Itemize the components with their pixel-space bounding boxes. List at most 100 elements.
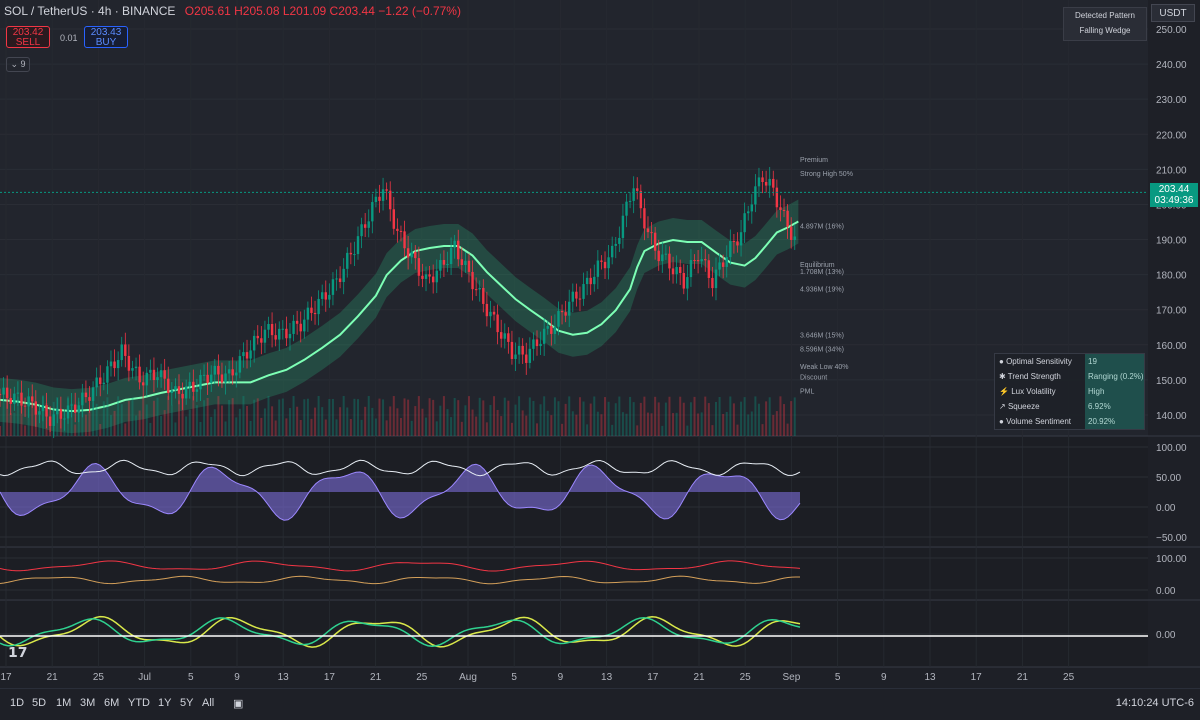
volume-bar xyxy=(228,399,231,436)
candle-body xyxy=(786,210,789,227)
volume-bar xyxy=(625,413,628,436)
candle-body xyxy=(671,268,675,275)
candle-body xyxy=(754,186,757,205)
candle-body xyxy=(224,373,227,383)
volume-bar xyxy=(754,396,757,436)
candle-body xyxy=(657,250,660,262)
volume-bar xyxy=(460,421,463,436)
price-level-label: Premium xyxy=(800,157,828,164)
currency-button[interactable]: USDT xyxy=(1151,4,1195,22)
x-tick-label: 9 xyxy=(881,672,887,683)
volume-bar xyxy=(707,403,710,436)
candle-body xyxy=(127,355,131,371)
candle-body xyxy=(757,177,761,187)
indicators-toggle[interactable]: ⌄ 9 xyxy=(6,57,30,72)
x-tick-label: 25 xyxy=(93,672,105,683)
candle-body xyxy=(88,397,91,401)
volume-bar xyxy=(303,399,306,436)
volume-bar xyxy=(446,409,449,436)
candle-body xyxy=(102,382,106,385)
volume-bar xyxy=(106,397,109,436)
candle-body xyxy=(711,277,714,289)
calendar-icon[interactable]: ▣ xyxy=(233,697,243,710)
price-level-label: 8.596M (34%) xyxy=(800,346,844,353)
candle-body xyxy=(95,377,98,388)
volume-bar xyxy=(450,417,453,436)
timeframe-5y[interactable]: 5Y xyxy=(180,697,193,709)
volume-bar xyxy=(711,425,714,436)
candle-body xyxy=(134,366,138,369)
timeframe-3m[interactable]: 3M xyxy=(80,697,95,709)
timeframe-1y[interactable]: 1Y xyxy=(158,697,171,709)
buy-button[interactable]: 203.43 BUY xyxy=(84,26,128,48)
candle-body xyxy=(768,178,771,186)
volume-bar xyxy=(135,415,138,436)
candle-body xyxy=(421,275,424,279)
volume-bar xyxy=(360,419,363,436)
volume-bar xyxy=(31,396,34,436)
candle-body xyxy=(252,335,256,351)
volume-bar xyxy=(389,406,392,436)
volume-bar xyxy=(629,396,632,436)
timeframe-all[interactable]: All xyxy=(202,697,214,709)
candle-body xyxy=(349,252,353,255)
timeframe-1d[interactable]: 1D xyxy=(10,697,24,709)
volume-bar xyxy=(357,399,359,436)
volume-bar xyxy=(13,412,16,436)
timeframe-1m[interactable]: 1M xyxy=(56,697,71,709)
volume-bar xyxy=(20,402,23,436)
candle-body xyxy=(142,382,145,386)
volume-bar xyxy=(6,396,9,436)
candle-body xyxy=(460,259,464,266)
volume-bar xyxy=(45,403,48,436)
dashboard-row: ● Volume Sentiment 20.92% xyxy=(995,414,1144,429)
volume-bar xyxy=(396,408,399,436)
dashboard-row: ● Optimal Sensitivity 19 xyxy=(995,354,1144,369)
candle-body xyxy=(782,209,786,211)
volume-bar xyxy=(722,413,725,436)
volume-bar xyxy=(407,399,410,436)
candle-body xyxy=(249,350,252,359)
candle-body xyxy=(743,213,746,233)
volume-bar xyxy=(697,413,700,436)
candle-body xyxy=(16,392,20,394)
bottom-toolbar: 1D 5D 1M 3M 6M YTD 1Y 5Y All ▣ 14:10:24 … xyxy=(0,688,1200,720)
y-tick-label: 190.00 xyxy=(1156,236,1187,247)
dashboard-label: ● Volume Sentiment xyxy=(999,417,1071,426)
volume-bar xyxy=(729,396,732,436)
volume-bar xyxy=(768,397,771,436)
candle-body xyxy=(73,404,77,413)
volume-bar xyxy=(453,398,456,436)
x-tick-label: 5 xyxy=(835,672,841,683)
volume-bar xyxy=(561,423,564,436)
candle-body xyxy=(675,267,678,275)
timeframe-6m[interactable]: 6M xyxy=(104,697,119,709)
candle-body xyxy=(471,271,474,290)
volume-bar xyxy=(464,405,467,436)
candle-body xyxy=(99,377,102,385)
volume-bar xyxy=(503,397,506,436)
volume-bar xyxy=(650,413,653,436)
timeframe-ytd[interactable]: YTD xyxy=(128,697,150,709)
x-tick-label: Aug xyxy=(459,672,477,683)
dashboard-label: ⚡ Lux Volatility xyxy=(999,387,1056,396)
candle-body xyxy=(478,287,481,290)
volume-bar xyxy=(715,401,717,436)
candle-body xyxy=(120,344,123,361)
candle-body xyxy=(310,307,313,313)
candle-body xyxy=(288,333,292,339)
volume-bar xyxy=(335,419,338,436)
timeframe-5d[interactable]: 5D xyxy=(32,697,46,709)
candle-body xyxy=(729,241,732,258)
volume-bar xyxy=(9,413,12,436)
symbol-title[interactable]: SOL / TetherUS · 4h · BINANCE xyxy=(4,4,175,18)
sell-label: SELL xyxy=(15,37,41,48)
candle-body xyxy=(482,287,485,304)
volume-bar xyxy=(621,412,624,436)
volume-bar xyxy=(564,403,567,436)
osc2-tick-label: 0.00 xyxy=(1156,586,1176,597)
sell-button[interactable]: 203.42 SELL xyxy=(6,26,50,48)
candle-body xyxy=(399,230,403,232)
candle-body xyxy=(618,237,621,244)
volume-bar xyxy=(56,397,59,436)
